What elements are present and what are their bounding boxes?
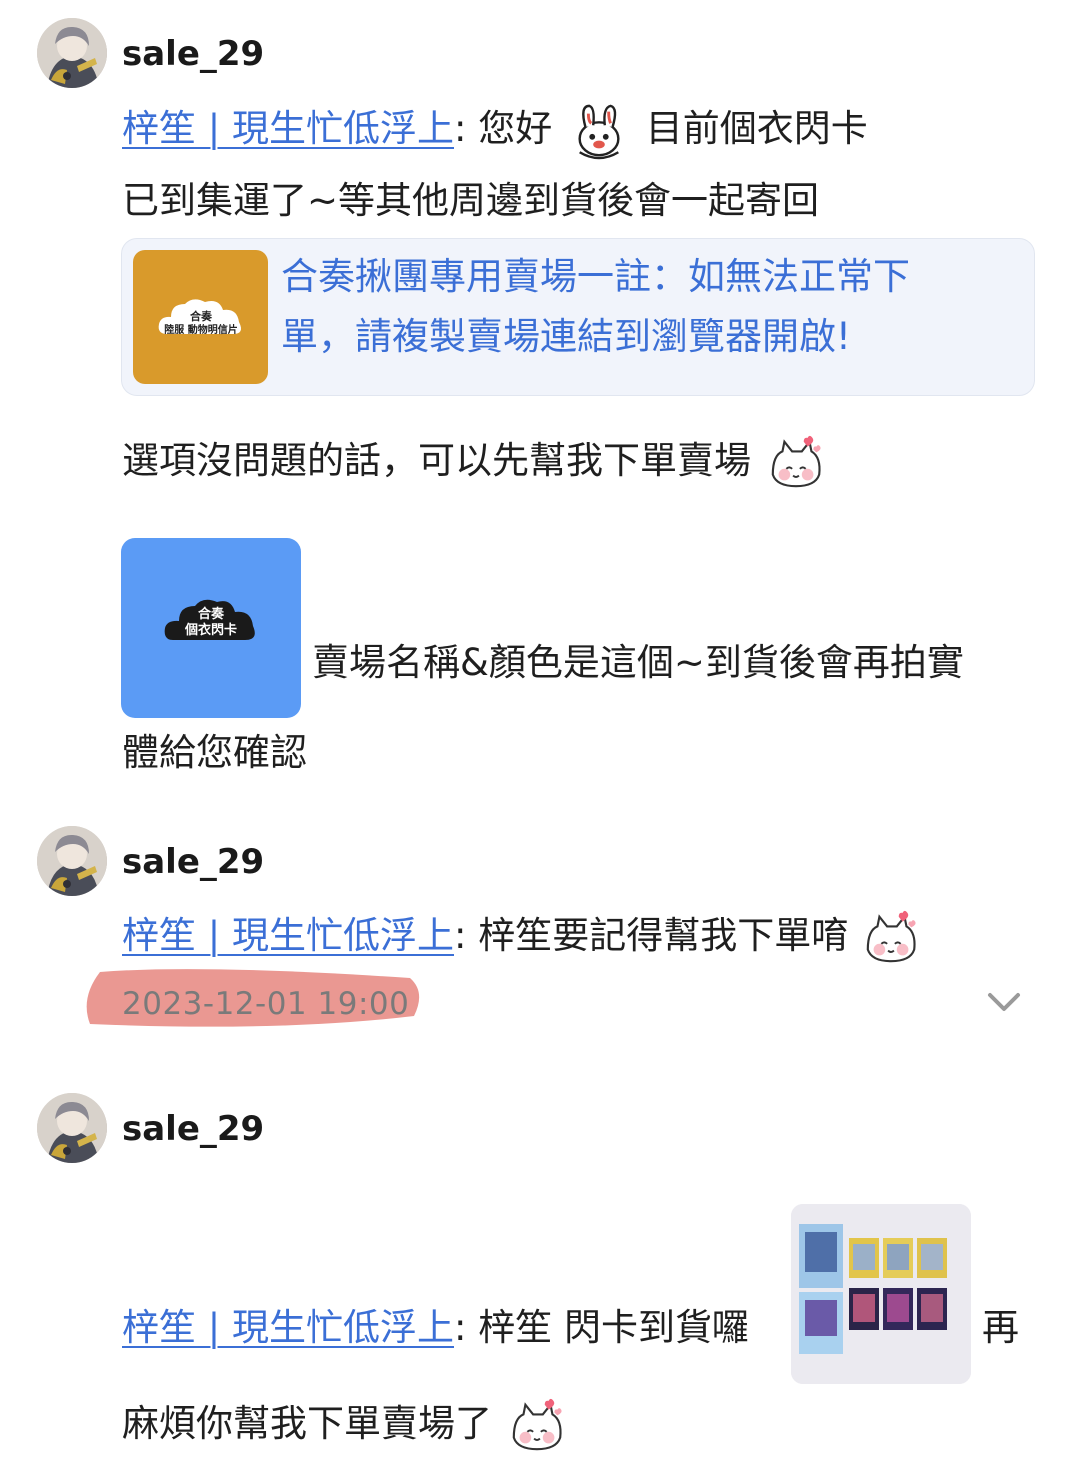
timestamp: 2023-12-01 19:00 [122,986,410,1022]
link-preview-card[interactable]: 合奏 陸服 動物明信片 合奏揪團專用賣場一註：如無法正常下 單，請複製賣場連結到… [121,238,1035,396]
link-title[interactable]: 單，請複製賣場連結到瀏覽器開啟! [281,307,851,367]
cat-heart-emoji-icon [508,1397,566,1455]
message-line: 梓笙 | 現生忙低浮上: 您好 目前個衣閃卡 [122,98,868,160]
message-text: 已到集運了~等其他周邊到貨後會一起寄回 [122,179,820,222]
message-line: 選項沒問題的話，可以先幫我下單賣場 [122,430,825,492]
thumb-label: 合奏 [190,310,212,323]
message-line: 梓笙 | 現生忙低浮上: 梓笙 閃卡到貨囉 [122,1297,749,1359]
message-text: : 梓笙 閃卡到貨囉 [454,1306,749,1349]
image-card-label: 合奏 [197,607,224,622]
message-text: 麻煩你幫我下單賣場了 [122,1402,492,1445]
avatar[interactable] [37,1093,107,1163]
message-text: 再 [982,1306,1019,1349]
message-text: 賣場名稱&顏色是這個~到貨後會再拍實 [312,641,964,684]
thumb-label: 陸服 動物明信片 [164,325,238,336]
cat-heart-emoji-icon [862,909,920,967]
sender-link[interactable]: 梓笙 | 現生忙低浮上 [122,914,454,957]
cat-heart-emoji-icon [767,434,825,492]
message-text: : 您好 [454,107,553,150]
username[interactable]: sale_29 [122,1109,264,1149]
message-line: 麻煩你幫我下單賣場了 [122,1393,566,1455]
avatar[interactable] [37,18,107,88]
avatar-icon [37,826,107,896]
image-card[interactable]: 合奏 個衣閃卡 [121,538,301,718]
message-text: 體給您確認 [122,731,307,774]
username[interactable]: sale_29 [122,34,264,74]
message-text: : 梓笙要記得幫我下單唷 [454,914,849,957]
avatar[interactable] [37,826,107,896]
sender-link[interactable]: 梓笙 | 現生忙低浮上 [122,107,454,150]
rabbit-emoji-icon [570,102,628,160]
link-thumbnail: 合奏 陸服 動物明信片 [133,250,268,384]
link-title[interactable]: 合奏揪團專用賣場一註：如無法正常下 [281,247,910,307]
photo-thumbnail[interactable] [791,1204,971,1384]
message-line: 梓笙 | 現生忙低浮上: 梓笙要記得幫我下單唷 [122,905,920,967]
avatar-icon [37,1093,107,1163]
avatar-icon [37,18,107,88]
message-text: 目前個衣閃卡 [645,107,868,150]
photo-image [791,1204,971,1384]
sender-link[interactable]: 梓笙 | 現生忙低浮上 [122,1306,454,1349]
image-card-label: 個衣閃卡 [184,623,237,638]
message-text: 選項沒問題的話，可以先幫我下單賣場 [122,439,751,482]
chevron-down-icon[interactable] [984,983,1024,1023]
username[interactable]: sale_29 [122,842,264,882]
